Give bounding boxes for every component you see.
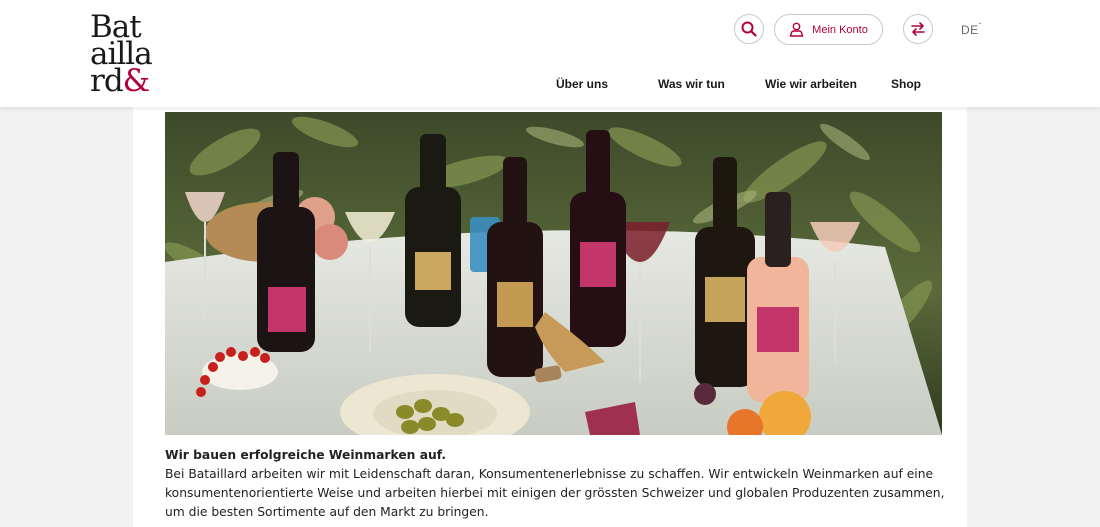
site-header: Bat ailla rd& Mein Konto DEˇ Über uns Wa… — [0, 0, 1100, 107]
language-selector[interactable]: DEˇ — [961, 22, 982, 37]
language-label: DE — [961, 23, 979, 37]
nav-item-about[interactable]: Über uns — [556, 77, 608, 91]
hero-image — [165, 112, 942, 435]
intro-headline: Wir bauen erfolgreiche Weinmarken auf. — [165, 448, 447, 462]
intro-text: Wir bauen erfolgreiche Weinmarken auf. B… — [165, 446, 955, 522]
account-button[interactable]: Mein Konto — [774, 14, 883, 45]
search-icon — [741, 21, 757, 37]
nav-item-shop[interactable]: Shop — [891, 77, 921, 91]
account-label: Mein Konto — [812, 23, 868, 36]
user-icon — [789, 22, 804, 37]
nav-item-what-we-do[interactable]: Was wir tun — [658, 77, 725, 91]
chevron-down-icon: ˇ — [978, 22, 982, 31]
swap-arrows-icon — [911, 22, 925, 36]
logo-line-3: rd& — [90, 63, 150, 99]
intro-body: Bei Bataillard arbeiten wir mit Leidensc… — [165, 467, 945, 519]
nav-item-how-we-work[interactable]: Wie wir arbeiten — [765, 77, 857, 91]
search-button[interactable] — [734, 14, 764, 44]
bataillard-logo[interactable]: Bat ailla rd& — [90, 12, 170, 99]
switch-button[interactable] — [903, 14, 933, 44]
